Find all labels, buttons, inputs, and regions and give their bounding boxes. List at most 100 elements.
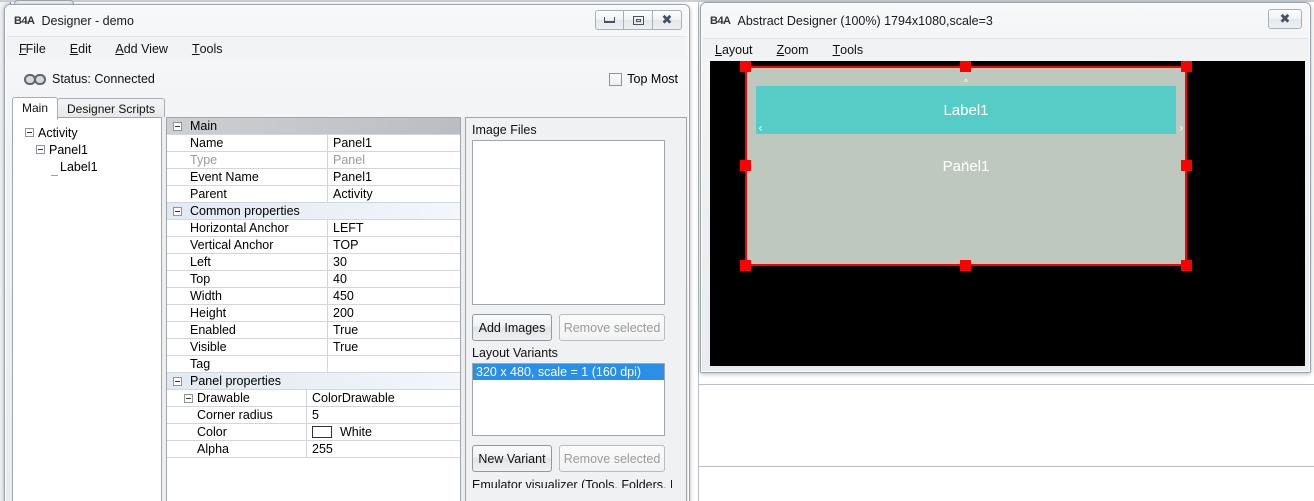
property-name: Alpha (195, 441, 307, 457)
property-row-horizontal-anchor[interactable]: Horizontal Anchor LEFT (167, 220, 460, 237)
add-images-button[interactable]: Add Images (472, 314, 552, 341)
property-value[interactable]: True (328, 322, 460, 338)
background-vertical-divider (698, 0, 699, 501)
property-value[interactable]: Activity (328, 186, 460, 202)
top-most-checkbox-wrap[interactable]: Top Most (609, 72, 678, 86)
resize-handle-bottom-center[interactable] (960, 260, 971, 271)
layout-variants-listbox[interactable]: 320 x 480, scale = 1 (160 dpi) (472, 363, 665, 436)
property-row-name[interactable]: Name Panel1 (167, 135, 460, 152)
minimize-button[interactable] (595, 10, 624, 30)
property-category-common-properties[interactable]: Common properties (167, 203, 460, 220)
tree-node-label: Label1 (60, 159, 98, 174)
property-value[interactable]: TOP (328, 237, 460, 253)
designer-menubar: F File Edit Add View Tools (7, 36, 687, 60)
property-value[interactable]: 255 (307, 441, 460, 457)
image-files-label: Image Files (472, 123, 537, 137)
menu-tools[interactable]: Tools (180, 37, 235, 60)
menu-add-view[interactable]: Add View (103, 37, 180, 60)
property-value[interactable]: True (328, 339, 460, 355)
property-row-width[interactable]: Width 450 (167, 288, 460, 305)
tree-node-label1[interactable]: Label1 (19, 158, 161, 176)
designer-caption-buttons: ✖ (595, 10, 682, 30)
property-row-event-name[interactable]: Event Name Panel1 (167, 169, 460, 186)
property-category-main[interactable]: Main (167, 118, 460, 135)
row-indent (167, 152, 188, 168)
row-indent (167, 441, 195, 457)
property-row-tag[interactable]: Tag (167, 356, 460, 373)
designer-titlebar[interactable]: B4A Designer - demo (6, 6, 688, 36)
maximize-button[interactable] (624, 10, 653, 30)
property-row-drawable[interactable]: Drawable ColorDrawable (167, 390, 460, 407)
collapse-icon (173, 206, 182, 216)
image-files-listbox[interactable] (472, 140, 665, 305)
layout-variants-label: Layout Variants (472, 346, 558, 360)
property-value[interactable]: Panel1 (328, 135, 460, 151)
property-row-visible[interactable]: Visible True (167, 339, 460, 356)
tab-main[interactable]: Main (12, 97, 59, 120)
property-row-height[interactable]: Height 200 (167, 305, 460, 322)
property-value[interactable] (328, 356, 460, 372)
property-value[interactable]: 450 (328, 288, 460, 304)
designer-window-title: Designer - demo (41, 14, 134, 28)
property-value[interactable]: 200 (328, 305, 460, 321)
menu-zoom[interactable]: Zoom (765, 39, 821, 61)
tree-node-activity[interactable]: Activity (19, 124, 161, 141)
status-text: Status: Connected (52, 72, 155, 86)
status-row: Status: Connected (24, 72, 155, 86)
abstract-designer-canvas[interactable]: Panel1 Label1 ‹ › ˄ ˅ (710, 61, 1305, 366)
property-name: Horizontal Anchor (188, 220, 328, 236)
row-indent (167, 407, 195, 423)
property-row-top[interactable]: Top 40 (167, 271, 460, 288)
property-row-color[interactable]: Color White (167, 424, 460, 441)
resize-handle-top-center[interactable] (960, 61, 971, 72)
property-category-panel-properties[interactable]: Panel properties (167, 373, 460, 390)
sub-expander[interactable] (167, 390, 195, 406)
tree-node-panel1[interactable]: Panel1 (19, 141, 161, 158)
menu-layout[interactable]: Layout (703, 39, 765, 61)
category-expander[interactable] (167, 203, 188, 219)
property-row-parent[interactable]: Parent Activity (167, 186, 460, 203)
designer-window[interactable]: B4A Designer - demo ✖ F File Edit Add Vi… (4, 4, 690, 501)
new-variant-button[interactable]: New Variant (472, 445, 552, 472)
resize-handle-middle-right[interactable] (1181, 160, 1192, 171)
menu-edit[interactable]: Edit (58, 37, 104, 60)
resize-handle-top-left[interactable] (740, 61, 751, 72)
property-value[interactable]: 5 (307, 407, 460, 423)
top-most-checkbox[interactable] (609, 72, 623, 86)
menu-tools[interactable]: Tools (821, 39, 876, 61)
property-name: Main (190, 119, 218, 133)
property-row-left[interactable]: Left 30 (167, 254, 460, 271)
property-row-corner-radius[interactable]: Corner radius 5 (167, 407, 460, 424)
category-expander[interactable] (167, 118, 188, 134)
abstract-designer-titlebar[interactable]: B4A Abstract Designer (100%) 1794x1080,s… (702, 4, 1309, 38)
property-value[interactable]: 40 (328, 271, 460, 287)
close-button[interactable]: ✖ (1268, 9, 1302, 29)
expander-collapse-icon[interactable] (36, 145, 45, 154)
property-value[interactable]: 30 (328, 254, 460, 270)
close-button[interactable]: ✖ (653, 10, 682, 30)
expander-collapse-icon[interactable] (25, 128, 34, 137)
property-value[interactable]: LEFT (328, 220, 460, 236)
property-row-enabled[interactable]: Enabled True (167, 322, 460, 339)
layout-variant-item[interactable]: 320 x 480, scale = 1 (160 dpi) (473, 364, 664, 380)
row-indent (167, 271, 188, 287)
property-value-color[interactable]: White (307, 424, 460, 440)
resize-handle-bottom-right[interactable] (1181, 260, 1192, 271)
property-row-alpha[interactable]: Alpha 255 (167, 441, 460, 458)
category-expander[interactable] (167, 373, 188, 389)
row-indent (167, 305, 188, 321)
resize-handle-middle-left[interactable] (740, 160, 751, 171)
property-value[interactable]: ColorDrawable (307, 390, 460, 406)
resize-handle-top-right[interactable] (1181, 61, 1192, 72)
property-grid-pane[interactable]: Main Name Panel1 Type Panel Event Name P… (166, 117, 461, 501)
menu-file[interactable]: F File (7, 37, 58, 60)
chain-link-icon (24, 73, 46, 85)
abstract-designer-window[interactable]: B4A Abstract Designer (100%) 1794x1080,s… (700, 2, 1311, 373)
remove-selected-images-button: Remove selected (559, 314, 665, 341)
maximize-icon (632, 15, 644, 25)
views-tree-pane[interactable]: Activity Panel1 Label1 (12, 117, 162, 501)
property-value[interactable]: Panel1 (328, 169, 460, 185)
resize-handle-bottom-left[interactable] (740, 260, 751, 271)
property-row-vertical-anchor[interactable]: Vertical Anchor TOP (167, 237, 460, 254)
row-indent (167, 220, 188, 236)
